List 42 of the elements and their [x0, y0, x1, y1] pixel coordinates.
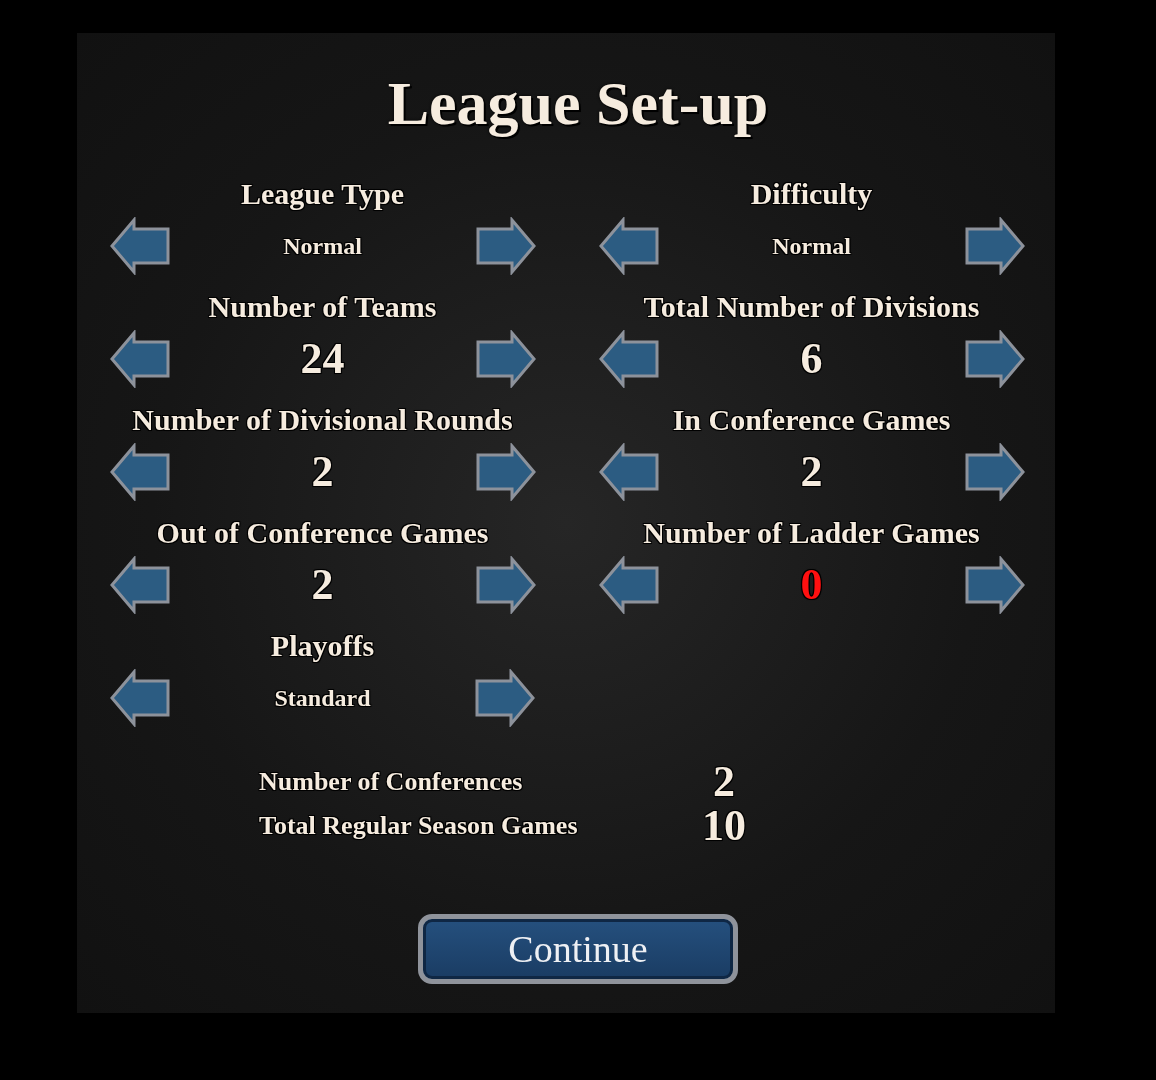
setting-value: Normal [283, 232, 362, 261]
left-arrow-button[interactable] [109, 669, 170, 727]
setting-value: 2 [311, 559, 334, 611]
left-arrow-button[interactable] [598, 443, 659, 501]
setting-value: 24 [300, 333, 345, 385]
left-arrow-button[interactable] [109, 556, 170, 614]
setting-label: Out of Conference Games [156, 515, 489, 551]
right-arrow-button[interactable] [475, 556, 536, 614]
setting-value: Standard [274, 684, 371, 713]
right-arrow-button[interactable] [475, 330, 536, 388]
right-arrow-button[interactable] [475, 443, 536, 501]
setting-label: Total Number of Divisions [643, 289, 980, 325]
setting-label: League Type [240, 176, 405, 212]
left-arrow-button[interactable] [109, 443, 170, 501]
screen-title: League Set-up [387, 68, 769, 138]
left-arrow-button[interactable] [598, 556, 659, 614]
summary-value: 10 [702, 804, 746, 848]
setting-label: Number of Divisional Rounds [132, 402, 513, 438]
right-arrow-button[interactable] [964, 330, 1025, 388]
left-arrow-button[interactable] [109, 217, 170, 275]
summary-label: Number of Conferences [259, 766, 524, 798]
summary-label: Total Regular Season Games [259, 810, 579, 842]
left-arrow-button[interactable] [598, 330, 659, 388]
setting-label: Difficulty [750, 176, 873, 212]
right-arrow-button[interactable] [964, 556, 1025, 614]
setting-value: 0 [800, 559, 823, 611]
setting-value: 6 [800, 333, 823, 385]
setting-label: Number of Ladder Games [643, 515, 980, 551]
right-arrow-button[interactable] [964, 443, 1025, 501]
left-arrow-button[interactable] [109, 330, 170, 388]
setting-label: Playoffs [270, 628, 375, 664]
right-arrow-button[interactable] [964, 217, 1025, 275]
setting-value: 2 [800, 446, 823, 498]
right-arrow-button[interactable] [475, 217, 536, 275]
setting-label: Number of Teams [208, 289, 437, 325]
continue-button[interactable]: Continue [418, 914, 738, 984]
setting-value: Normal [772, 232, 851, 261]
right-arrow-button[interactable] [475, 669, 536, 727]
left-arrow-button[interactable] [598, 217, 659, 275]
summary-value: 2 [713, 760, 735, 804]
setting-label: In Conference Games [672, 402, 951, 438]
setting-value: 2 [311, 446, 334, 498]
